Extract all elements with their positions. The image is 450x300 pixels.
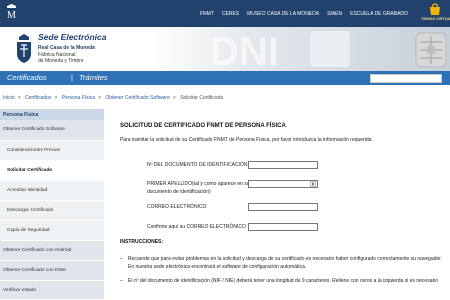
nav-separator: | <box>71 73 73 82</box>
email-confirm-label: Confirme aquí su CORREO ELECTRÓNICO <box>147 224 246 230</box>
site-title: Sede Electrónica <box>38 32 107 42</box>
sidebar-item-obtener-software[interactable]: Obtener Certificado Software <box>0 120 104 141</box>
sidebar-item-dnie[interactable]: Obtener Certificado con DNIe <box>0 261 104 281</box>
org-name-line-3: de Moneda y Timbre <box>38 58 84 64</box>
bullet-dash: – <box>120 278 123 284</box>
instruction-item: – El nº del documento de identificación … <box>120 277 445 285</box>
instruction-text: El nº del documento de identificación (N… <box>128 278 439 284</box>
sidebar-item-descargar[interactable]: Descargar Certificado <box>0 201 104 221</box>
sidebar-item-solicitar[interactable]: Solicitar Certificado <box>0 161 104 181</box>
breadcrumb-obtener-software[interactable]: Obtener Certificado Software <box>105 95 169 101</box>
sidebar-header[interactable]: Persona Física <box>0 109 104 120</box>
sidebar-item-copia[interactable]: Copia de Seguridad <box>0 221 104 241</box>
royal-crest-logo-icon <box>17 34 31 63</box>
shopping-bag-icon <box>429 3 440 15</box>
top-nav-fnmt[interactable]: FNMT <box>200 11 214 17</box>
apellido-input[interactable] <box>248 180 318 188</box>
instruction-text: Recuerde que para evitar problemas en la… <box>128 256 443 270</box>
form-intro: Para tramitar la solicitud de su Certifi… <box>120 137 373 143</box>
breadcrumb: Inicio > Certificados > Persona Física > Ob… <box>0 85 450 109</box>
top-nav-museo[interactable]: MUSEO CASA DE LA MONEDA <box>247 11 319 17</box>
top-bar: M FNMT CERES MUSEO CASA DE LA MONEDA SIA… <box>0 0 450 27</box>
top-nav: FNMT CERES MUSEO CASA DE LA MONEDA SIAEN… <box>200 0 416 27</box>
svg-text:M: M <box>7 10 16 20</box>
breadcrumb-certificados[interactable]: Certificados <box>25 95 51 101</box>
breadcrumb-separator: > <box>98 95 101 101</box>
email-confirm-input[interactable] <box>248 223 318 231</box>
nav-certificados[interactable]: Certificados <box>7 73 47 82</box>
breadcrumb-separator: > <box>172 95 176 101</box>
apellido-label: PRIMER APELLIDO(tal y como aparece en su <box>147 181 250 187</box>
header-banner-image: DNI <box>150 27 450 71</box>
email-input[interactable] <box>248 203 318 211</box>
instructions-title: INSTRUCCIONES: <box>120 239 164 245</box>
org-name-line-1: Real Casa de la Moneda <box>38 45 95 51</box>
dni-input[interactable] <box>248 161 318 169</box>
email-label: CORREO ELECTRÓNICO <box>147 204 207 210</box>
sidebar-item-acreditar[interactable]: Acreditar Identidad <box>0 181 104 201</box>
fnmt-m-logo-icon[interactable]: M <box>5 3 18 20</box>
tienda-label: TIENDA VIRTUAL <box>421 17 450 21</box>
breadcrumb-inicio[interactable]: Inicio <box>3 95 15 101</box>
sidebar-item-verificar[interactable]: Verificar estado <box>0 281 104 300</box>
dni-label: Nº DEL DOCUMENTO DE IDENTIFICACIÓN <box>147 162 248 168</box>
breadcrumb-current: Solicitar Certificado <box>180 95 224 101</box>
breadcrumb-separator: > <box>17 95 21 101</box>
page: M FNMT CERES MUSEO CASA DE LA MONEDA SIA… <box>0 0 450 300</box>
search-input[interactable] <box>370 74 442 83</box>
site-header: DNI Sede Electrónica Real Casa de la Mon… <box>0 27 450 71</box>
field-helper-icon[interactable] <box>310 181 316 187</box>
main-nav: Certificados | Trámites <box>0 71 450 85</box>
sidebar-item-android[interactable]: Obtener Certificado con Android <box>0 241 104 261</box>
sidebar: Persona Física Obtener Certificado Softw… <box>0 109 104 300</box>
bullet-dash: – <box>120 256 123 262</box>
top-nav-escuela[interactable]: ESCUELA DE GRABADO <box>350 11 408 17</box>
svg-text:DNI: DNI <box>210 30 279 71</box>
form-title: SOLICITUD DE CERTIFICADO FNMT DE PERSONA… <box>120 123 286 129</box>
breadcrumb-persona-fisica[interactable]: Persona Física <box>62 95 95 101</box>
top-nav-siaen[interactable]: SIAEN <box>327 11 342 17</box>
tienda-virtual-link[interactable]: TIENDA VIRTUAL <box>421 2 450 26</box>
instruction-item: – Recuerde que para evitar problemas en … <box>120 255 445 271</box>
main-content: SOLICITUD DE CERTIFICADO FNMT DE PERSONA… <box>104 109 450 300</box>
sidebar-item-consideraciones[interactable]: Consideraciones Previas <box>0 141 104 161</box>
nav-tramites[interactable]: Trámites <box>79 73 108 82</box>
top-nav-ceres[interactable]: CERES <box>222 11 239 17</box>
apellido-label-cont: documento de identificación) <box>147 189 211 195</box>
breadcrumb-separator: > <box>54 95 58 101</box>
